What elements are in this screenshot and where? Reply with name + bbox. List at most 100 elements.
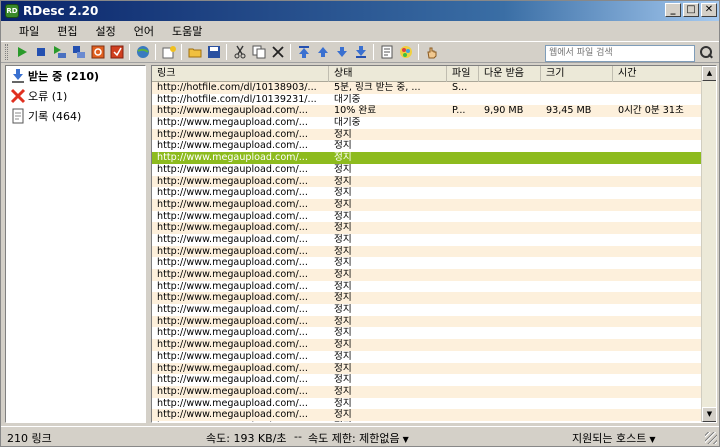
status-link-count: 210 링크 bbox=[7, 432, 52, 445]
table-row[interactable]: http://www.megaupload.com/...정지 bbox=[152, 339, 702, 351]
sidebar-item-label: 오류 (1) bbox=[28, 90, 68, 103]
column-header-file[interactable]: 파일 bbox=[447, 66, 479, 82]
speed-limit-label: 속도 제한: 제한없음 bbox=[308, 432, 400, 445]
cell-time bbox=[613, 339, 702, 351]
table-row[interactable]: http://www.megaupload.com/...정지 bbox=[152, 315, 702, 328]
table-row[interactable]: http://www.megaupload.com/...정지 bbox=[152, 198, 702, 211]
cell-file bbox=[447, 129, 479, 141]
table-row[interactable]: http://www.megaupload.com/...정지 bbox=[152, 222, 702, 234]
move-down-icon[interactable] bbox=[332, 43, 351, 61]
priority-icon[interactable] bbox=[88, 43, 107, 61]
copy-icon[interactable] bbox=[249, 43, 268, 61]
move-top-icon[interactable] bbox=[294, 43, 313, 61]
add-link-icon[interactable] bbox=[159, 43, 178, 61]
cell-file bbox=[447, 152, 479, 164]
sidebar-item-errors[interactable]: 오류 (1) bbox=[6, 86, 145, 106]
schedule-icon[interactable] bbox=[107, 43, 126, 61]
table-row[interactable]: http://hotfile.com/dl/10139231/... 대기중 bbox=[152, 93, 702, 106]
table-row[interactable]: http://www.megaupload.com/... 10% 완료 P... 9… bbox=[152, 105, 702, 118]
hand-icon[interactable] bbox=[422, 43, 441, 61]
table-row[interactable]: http://www.megaupload.com/...정지 bbox=[152, 233, 702, 246]
open-folder-icon[interactable] bbox=[185, 43, 204, 61]
cell-size bbox=[541, 82, 613, 94]
column-header-status[interactable]: 상태 bbox=[329, 66, 447, 82]
cell-time: 0시간 0분 31초 bbox=[618, 105, 684, 117]
properties-icon[interactable] bbox=[377, 43, 396, 61]
table-row[interactable]: http://www.megaupload.com/...정지 bbox=[152, 245, 702, 258]
table-row[interactable]: http://www.megaupload.com/...정지 bbox=[152, 362, 702, 375]
table-row[interactable]: http://www.megaupload.com/... 정지 bbox=[152, 385, 702, 398]
table-row[interactable]: http://www.megaupload.com/...정지 bbox=[152, 152, 702, 164]
speed-limit-dropdown[interactable]: 속도 제한: 제한없음 ▼ bbox=[308, 430, 409, 446]
cell-status: 정지 bbox=[334, 385, 352, 397]
toolbar-separator bbox=[129, 44, 130, 60]
delete-icon[interactable] bbox=[268, 43, 287, 61]
table-row[interactable]: http://www.megaupload.com/...정지 bbox=[152, 257, 702, 269]
toolbar-grip[interactable] bbox=[5, 44, 8, 60]
menu-settings[interactable]: 설정 bbox=[87, 23, 125, 39]
vertical-scrollbar[interactable]: ▲ ▼ bbox=[701, 66, 716, 422]
cell-downloaded bbox=[479, 339, 541, 351]
start-all-icon[interactable] bbox=[50, 43, 69, 61]
cell-link: http://www.megaupload.com/... bbox=[157, 385, 308, 397]
cell-downloaded bbox=[479, 327, 541, 339]
cell-file bbox=[447, 246, 479, 258]
table-row[interactable]: http://www.megaupload.com/...정지 bbox=[152, 140, 702, 153]
menu-edit[interactable]: 편집 bbox=[48, 23, 86, 39]
table-row[interactable]: http://www.megaupload.com/...정지 bbox=[152, 210, 702, 223]
globe-icon[interactable] bbox=[133, 43, 152, 61]
table-row[interactable]: http://www.megaupload.com/...정지 bbox=[152, 397, 702, 410]
menu-help[interactable]: 도움말 bbox=[163, 23, 211, 39]
scroll-down-icon[interactable]: ▼ bbox=[702, 407, 716, 422]
sidebar-item-downloading[interactable]: 받는 중 (210) bbox=[6, 66, 145, 86]
menu-language[interactable]: 언어 bbox=[125, 23, 163, 39]
stop-all-icon[interactable] bbox=[69, 43, 88, 61]
table-row[interactable]: http://www.megaupload.com/...정지 bbox=[152, 163, 702, 176]
maximize-button[interactable]: □ bbox=[683, 3, 699, 17]
search-input[interactable] bbox=[545, 44, 695, 62]
table-row[interactable]: http://www.megaupload.com/...정지 bbox=[152, 304, 702, 316]
column-header-time[interactable]: 시간 bbox=[613, 66, 702, 82]
table-row[interactable]: http://hotfile.com/dl/10138903/... 5분, 링크… bbox=[152, 82, 702, 94]
supported-hosts-dropdown[interactable]: 지원되는 호스트 ▼ bbox=[572, 430, 656, 446]
search-icon[interactable] bbox=[698, 45, 714, 61]
cell-link: http://www.megaupload.com/... bbox=[157, 245, 308, 257]
start-icon[interactable] bbox=[12, 43, 31, 61]
table-row[interactable]: http://www.megaupload.com/... 대기중 bbox=[152, 117, 702, 129]
close-button[interactable]: ✕ bbox=[701, 3, 717, 17]
resize-grip[interactable] bbox=[705, 432, 717, 444]
title-bar[interactable]: RD RDesc 2.20 _ □ ✕ bbox=[1, 1, 719, 21]
move-bottom-icon[interactable] bbox=[351, 43, 370, 61]
cut-icon[interactable] bbox=[230, 43, 249, 61]
cell-status: 정지 bbox=[334, 233, 352, 245]
minimize-button[interactable]: _ bbox=[665, 3, 681, 17]
table-row[interactable]: http://www.megaupload.com/...정지 bbox=[152, 327, 702, 340]
table-row[interactable]: http://www.megaupload.com/...정지 bbox=[152, 350, 702, 363]
cell-file bbox=[447, 386, 479, 398]
table-row[interactable]: http://www.megaupload.com/...정지 bbox=[152, 128, 702, 141]
move-up-icon[interactable] bbox=[313, 43, 332, 61]
cell-downloaded bbox=[479, 82, 541, 94]
sidebar-item-history[interactable]: 기록 (464) bbox=[6, 106, 145, 126]
save-icon[interactable] bbox=[204, 43, 223, 61]
menu-file[interactable]: 파일 bbox=[1, 23, 48, 39]
table-row[interactable]: http://www.megaupload.com/...정지 bbox=[152, 292, 702, 305]
table-row[interactable]: http://www.megaupload.com/...정지 bbox=[152, 374, 702, 386]
cell-link: http://hotfile.com/dl/10138903/... bbox=[157, 82, 317, 93]
stop-icon[interactable] bbox=[31, 43, 50, 61]
cell-status: 정지 bbox=[334, 175, 352, 187]
table-row[interactable]: http://www.megaupload.com/...정지 bbox=[152, 175, 702, 188]
table-row[interactable]: http://www.megaupload.com/...정지 bbox=[152, 187, 702, 199]
table-row[interactable]: http://www.megaupload.com/...정지 bbox=[152, 269, 702, 281]
cell-time bbox=[613, 94, 702, 106]
chevron-down-icon: ▼ bbox=[402, 435, 409, 444]
scroll-up-icon[interactable]: ▲ bbox=[702, 66, 716, 81]
cell-downloaded bbox=[479, 374, 541, 386]
table-row[interactable]: http://www.megaupload.com/...정지 bbox=[152, 409, 702, 421]
column-header-size[interactable]: 크기 bbox=[541, 66, 613, 82]
table-row[interactable]: http://www.megaupload.com/...정지 bbox=[152, 420, 702, 422]
skin-icon[interactable] bbox=[396, 43, 415, 61]
column-header-downloaded[interactable]: 다운 받음 bbox=[479, 66, 541, 82]
table-row[interactable]: http://www.megaupload.com/...정지 bbox=[152, 280, 702, 293]
column-header-link[interactable]: 링크 bbox=[152, 66, 329, 82]
